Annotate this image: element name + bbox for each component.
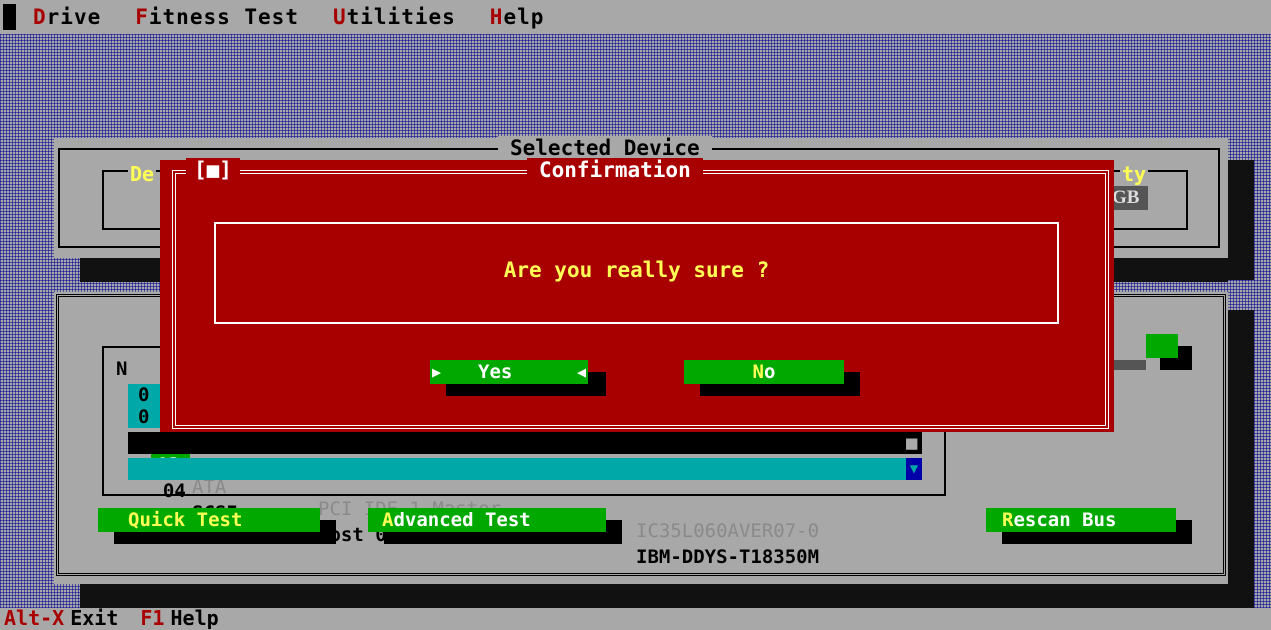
selected-device-shadow-right <box>1228 160 1254 280</box>
focus-right-icon: ◀ <box>576 363 586 381</box>
menu-help[interactable]: Help <box>490 5 545 29</box>
menu-bar: Drive Fitness Test Utilities Help <box>0 0 1271 34</box>
exit-shortcut-key[interactable]: Alt-X <box>4 606 64 630</box>
yes-button[interactable]: ▶ Yes ◀ <box>430 360 588 384</box>
device-list-row-selected[interactable]: 03 ATA PCI IDE 1 Master IC35L060AVER07-0… <box>128 432 922 542</box>
hidden-button[interactable] <box>1146 334 1178 358</box>
status-bar: Alt-X Exit F1 Help <box>0 608 1271 628</box>
rescan-bus-button[interactable]: Rescan Bus <box>986 508 1176 532</box>
menu-utilities[interactable]: Utilities <box>333 5 456 29</box>
quick-test-button[interactable]: Quick Test <box>98 508 320 532</box>
row-number: 04 <box>162 480 186 502</box>
device-panel-shadow <box>80 584 1228 608</box>
menu-cursor <box>3 4 16 30</box>
close-icon[interactable]: [■] <box>186 158 240 182</box>
device-panel-shadow-right <box>1228 310 1254 608</box>
panel-divider <box>1112 360 1146 370</box>
help-shortcut-key[interactable]: F1 <box>140 606 164 630</box>
exit-shortcut-label[interactable]: Exit <box>70 606 118 630</box>
scrollbar-thumb[interactable]: ■ <box>906 432 917 454</box>
row-model: IC35L060AVER07-0 <box>636 520 820 542</box>
advanced-test-button[interactable]: Advanced Test <box>368 508 606 532</box>
dialog-title: Confirmation <box>527 158 703 182</box>
device-list-row[interactable]: 04 SCSI Host 0 - ID 0 IBM-DDYS-T18350M <box>128 458 906 568</box>
menu-drive[interactable]: Drive <box>33 5 101 29</box>
scroll-down-icon[interactable]: ▼ <box>906 458 922 480</box>
selected-device-col-left: De <box>128 162 157 186</box>
dialog-message: Are you really sure ? <box>503 258 770 282</box>
help-shortcut-label[interactable]: Help <box>170 606 218 630</box>
selected-device-title: Selected Device <box>498 136 712 160</box>
selected-device-col-right: ty <box>1120 162 1149 186</box>
menu-fitness-test[interactable]: Fitness Test <box>135 5 299 29</box>
no-button[interactable]: No <box>684 360 844 384</box>
focus-left-icon: ▶ <box>432 363 442 381</box>
device-list-header: N <box>116 358 128 380</box>
row-model: IBM-DDYS-T18350M <box>636 546 820 568</box>
selected-device-value: GB <box>1112 186 1148 210</box>
